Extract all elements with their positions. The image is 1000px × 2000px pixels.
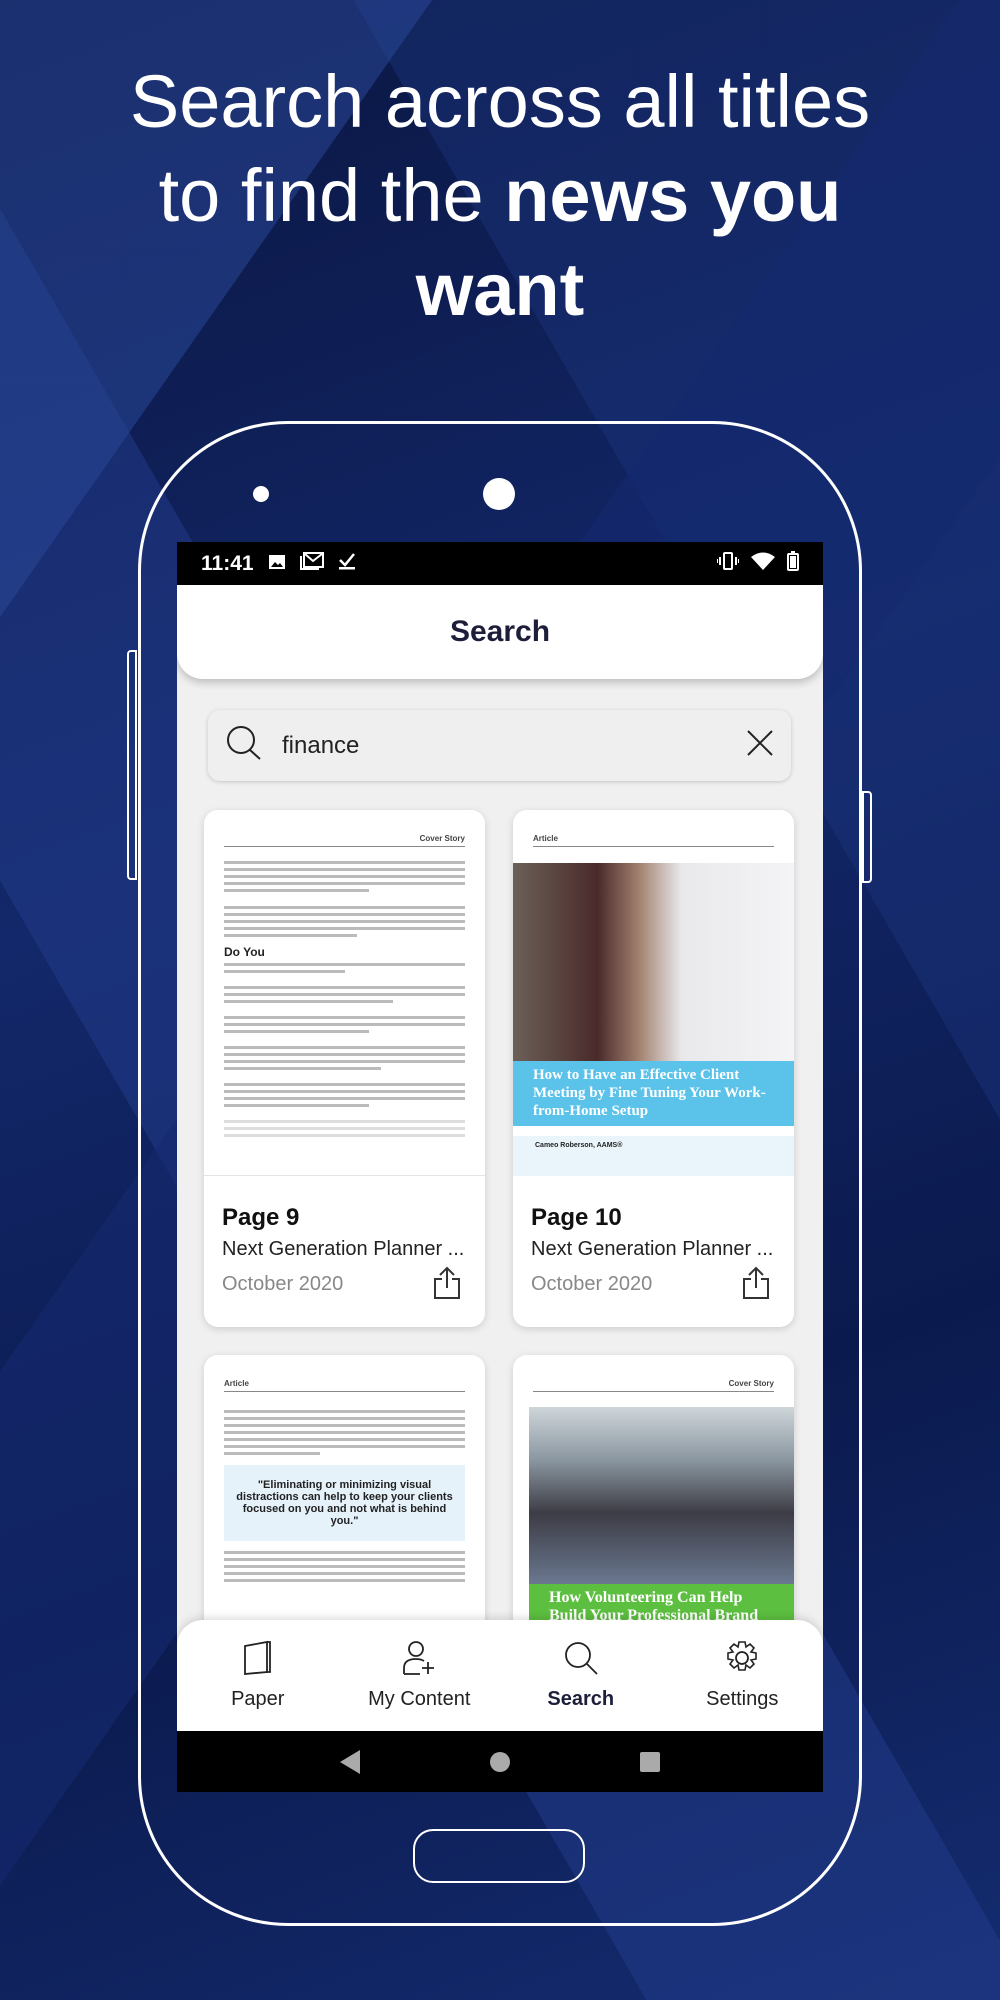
- page-thumbnail[interactable]: Cover Story Do You: [204, 810, 485, 1176]
- share-icon[interactable]: [742, 1266, 770, 1305]
- thumbnail-section-label: Cover Story: [224, 834, 465, 847]
- add-user-icon: [403, 1641, 435, 1675]
- nav-item-search[interactable]: Search: [500, 1620, 662, 1731]
- page-thumbnail[interactable]: Article How to Have an Effective Client …: [513, 810, 794, 1176]
- nav-label: Search: [547, 1688, 615, 1710]
- nav-label: My Content: [368, 1688, 471, 1710]
- result-card[interactable]: Article How to Have an Effective Client …: [513, 810, 794, 1327]
- headline-plain: to find the: [158, 154, 505, 237]
- issue-date: October 2020: [531, 1273, 653, 1295]
- thumbnail-pull-quote: "Eliminating or minimizing visual distra…: [224, 1465, 465, 1541]
- status-bar: 11:41: [177, 542, 823, 585]
- nav-item-my-content[interactable]: My Content: [339, 1620, 501, 1731]
- thumbnail-photo: [513, 863, 794, 1061]
- thumbnail-section-label: Article: [533, 834, 774, 847]
- nav-item-settings[interactable]: Settings: [662, 1620, 824, 1731]
- page-number: Page 10: [531, 1204, 622, 1231]
- gear-icon: [727, 1641, 758, 1671]
- camera-dot: [483, 478, 515, 510]
- share-icon[interactable]: [433, 1266, 461, 1305]
- paper-icon: [243, 1640, 271, 1675]
- publication-title: Next Generation Planner ...: [222, 1238, 465, 1260]
- search-icon: [564, 1642, 598, 1675]
- gmail-icon: [299, 551, 324, 576]
- app-screen: 11:41 Search Cover Story Do You Page 9 N…: [177, 542, 823, 1792]
- nav-label: Settings: [706, 1688, 779, 1710]
- home-button[interactable]: [413, 1829, 585, 1883]
- thumbnail-body-text: [224, 861, 465, 937]
- page-thumbnail[interactable]: Cover Story How Volunteering Can Help Bu…: [513, 1355, 794, 1655]
- android-nav-bar: [177, 1731, 823, 1792]
- close-icon[interactable]: [745, 728, 775, 763]
- search-input[interactable]: [282, 731, 745, 760]
- thumbnail-body-text: [224, 1551, 465, 1582]
- result-card[interactable]: Cover Story How Volunteering Can Help Bu…: [513, 1355, 794, 1655]
- search-icon: [224, 723, 264, 768]
- image-icon: [268, 552, 286, 576]
- thumbnail-headline: How to Have an Effective Client Meeting …: [513, 1061, 794, 1126]
- thumbnail-photo: [529, 1407, 794, 1584]
- back-icon[interactable]: [340, 1749, 360, 1774]
- phone-side-button: [127, 650, 137, 880]
- result-card[interactable]: Cover Story Do You Page 9 Next Generatio…: [204, 810, 485, 1327]
- thumbnail-section-label: Article: [224, 1379, 465, 1392]
- home-icon[interactable]: [490, 1751, 510, 1772]
- headline-bold-2: want: [415, 248, 585, 331]
- check-download-icon: [338, 552, 356, 576]
- vibrate-icon: [716, 551, 740, 576]
- nav-item-paper[interactable]: Paper: [177, 1620, 339, 1731]
- thumbnail-heading: Do You: [224, 945, 265, 959]
- publication-title: Next Generation Planner ...: [531, 1238, 774, 1260]
- result-card[interactable]: Article "Eliminating or minimizing visua…: [204, 1355, 485, 1655]
- thumbnail-byline: Cameo Roberson, AAMS®: [513, 1136, 794, 1176]
- issue-date: October 2020: [222, 1273, 344, 1295]
- nav-label: Paper: [231, 1688, 285, 1710]
- thumbnail-body-text: [224, 963, 465, 1137]
- wifi-icon: [751, 552, 775, 576]
- battery-icon: [787, 550, 799, 577]
- thumbnail-section-label: Cover Story: [533, 1379, 774, 1392]
- sensor-dot: [253, 486, 269, 502]
- page-thumbnail[interactable]: Article "Eliminating or minimizing visua…: [204, 1355, 485, 1655]
- headline: Search across all titles to find the new…: [0, 55, 1000, 337]
- search-bar: [208, 710, 791, 781]
- headline-line-2: to find the news you: [0, 149, 1000, 243]
- page-number: Page 9: [222, 1204, 300, 1231]
- headline-bold: news you: [504, 154, 842, 237]
- status-time: 11:41: [201, 551, 254, 575]
- page-title: Search: [177, 585, 823, 679]
- bottom-nav: Paper My Content Search Settings: [177, 1620, 823, 1731]
- headline-line-1: Search across all titles: [129, 60, 871, 143]
- thumbnail-body-text: [224, 1410, 465, 1455]
- phone-side-button: [862, 791, 872, 883]
- recents-icon[interactable]: [640, 1751, 660, 1772]
